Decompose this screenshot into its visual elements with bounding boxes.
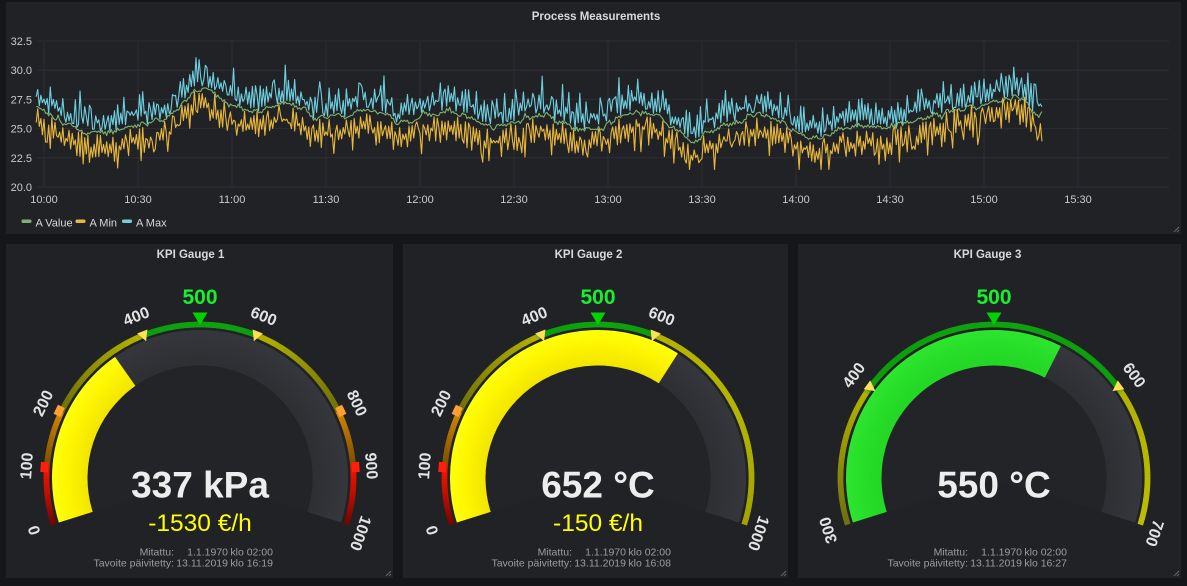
svg-text:15:00: 15:00	[970, 194, 998, 206]
svg-text:30.0: 30.0	[11, 65, 32, 77]
svg-text:13.11.2019: 13.11.2019	[970, 558, 1022, 570]
svg-text:14:30: 14:30	[876, 194, 904, 206]
svg-text:22.5: 22.5	[11, 153, 32, 165]
svg-text:400: 400	[121, 304, 152, 330]
svg-text:14:00: 14:00	[782, 194, 810, 206]
svg-text:A Min: A Min	[90, 218, 118, 230]
svg-text:600: 600	[248, 304, 279, 330]
svg-text:20.0: 20.0	[11, 182, 32, 194]
svg-text:700: 700	[1141, 518, 1166, 549]
svg-text:27.5: 27.5	[11, 94, 32, 106]
svg-text:500: 500	[976, 286, 1011, 309]
svg-text:Process Measurements: Process Measurements	[532, 11, 660, 23]
svg-text:600: 600	[646, 304, 677, 330]
svg-text:0: 0	[26, 523, 45, 537]
svg-text:12:30: 12:30	[500, 194, 528, 206]
svg-text:800: 800	[343, 388, 370, 420]
svg-text:klo 16:27: klo 16:27	[1024, 558, 1067, 570]
svg-text:550 °C: 550 °C	[937, 465, 1051, 506]
svg-text:-1530 €/h: -1530 €/h	[148, 510, 252, 537]
svg-text:500: 500	[580, 286, 615, 309]
svg-text:Tavoite päivitetty:: Tavoite päivitetty:	[887, 558, 968, 570]
svg-text:400: 400	[519, 304, 550, 330]
svg-text:13.11.2019: 13.11.2019	[176, 558, 228, 570]
svg-text:300: 300	[817, 515, 841, 546]
svg-text:12:00: 12:00	[406, 194, 434, 206]
svg-text:652 °C: 652 °C	[541, 465, 655, 506]
svg-text:200: 200	[30, 388, 57, 420]
svg-text:0: 0	[424, 523, 443, 537]
svg-text:15:30: 15:30	[1064, 194, 1092, 206]
svg-text:10:30: 10:30	[124, 194, 152, 206]
svg-text:11:00: 11:00	[219, 194, 246, 206]
svg-text:200: 200	[428, 388, 455, 420]
svg-text:A Max: A Max	[136, 218, 167, 230]
svg-text:25.0: 25.0	[11, 124, 32, 136]
svg-text:11:30: 11:30	[313, 194, 340, 206]
svg-text:13.11.2019: 13.11.2019	[574, 558, 626, 570]
svg-text:100: 100	[416, 452, 435, 480]
svg-text:600: 600	[1119, 360, 1149, 392]
svg-text:500: 500	[182, 286, 217, 309]
svg-text:-150 €/h: -150 €/h	[553, 510, 643, 537]
svg-text:100: 100	[18, 452, 37, 480]
svg-text:klo 16:19: klo 16:19	[230, 558, 273, 570]
svg-text:13:00: 13:00	[594, 194, 622, 206]
svg-text:13:30: 13:30	[688, 194, 716, 206]
svg-text:337 kPa: 337 kPa	[131, 465, 269, 506]
svg-text:A Value: A Value	[36, 218, 73, 230]
svg-text:Tavoite päivitetty:: Tavoite päivitetty:	[491, 558, 572, 570]
svg-text:400: 400	[840, 360, 870, 392]
svg-text:klo 16:08: klo 16:08	[628, 558, 671, 570]
svg-text:10:00: 10:00	[30, 194, 58, 206]
svg-text:900: 900	[361, 452, 380, 480]
svg-text:Tavoite päivitetty:: Tavoite päivitetty:	[93, 558, 174, 570]
svg-text:32.5: 32.5	[11, 36, 32, 48]
